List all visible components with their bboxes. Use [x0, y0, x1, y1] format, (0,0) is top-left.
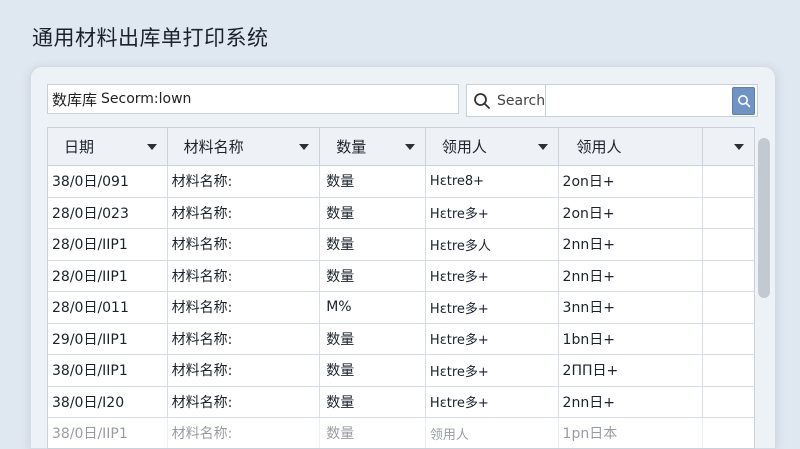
table-row[interactable]: 28/0日/ⅠⅠP1 材料名称: 数量 Hεtre多人 2nn日+ [48, 229, 754, 261]
table-row[interactable]: 38/0日/ⅠⅠP1 材料名称: 数量 Hεtre多+ 2ΠΠ日+ [48, 355, 754, 387]
search-input[interactable] [546, 85, 733, 116]
sort-arrow-icon[interactable] [404, 144, 415, 150]
table-row[interactable]: 38/0日/091 材料名称: 数量 Hεtre8+ 2on日+ [48, 166, 754, 198]
search-placeholder-area: Search [467, 85, 547, 116]
search-button-icon [737, 94, 750, 107]
database-value: Secorm:lown [101, 91, 192, 107]
table-row[interactable]: 28/0日/011 材料名称: M% Hεtre多+ 3nn日+ [48, 292, 754, 324]
sort-arrow-icon[interactable] [146, 144, 157, 150]
sort-arrow-icon[interactable] [299, 144, 310, 150]
table-row[interactable]: 38/0日/ⅠⅠP1 材料名称: 数量 领用人 1pn日本 [48, 418, 754, 448]
table-row[interactable]: 29/0日/ⅠⅠP1 材料名称: 数量 Hεtre多+ 1bn日+ [48, 323, 754, 355]
header-date[interactable]: 日期 [48, 128, 168, 165]
table-row[interactable]: 28/0日/023 材料名称: 数量 Hεtre多+ 2on日+ [48, 197, 754, 229]
header-quantity[interactable]: 数量 [320, 128, 426, 165]
header-material-name[interactable]: 材料名称 [168, 128, 321, 165]
search-placeholder: Search [497, 92, 546, 109]
vertical-scrollbar[interactable] [758, 138, 770, 298]
header-extra[interactable] [703, 128, 754, 165]
sort-arrow-icon[interactable] [733, 144, 744, 150]
search-button[interactable] [732, 86, 755, 115]
header-recipient-2[interactable]: 领用人 [559, 128, 704, 165]
table-row[interactable]: 28/0日/ⅠⅠP1 材料名称: 数量 Hεtre多+ 2nn日+ [48, 260, 754, 292]
table-header: 日期 材料名称 数量 领用人 领用人 [48, 128, 754, 166]
table-row[interactable]: 38/0日/Ⅰ20 材料名称: 数量 Hεtre多+ 2nn日+ [48, 386, 754, 418]
search-icon [474, 92, 490, 109]
database-label: 数库库 [52, 90, 98, 109]
header-recipient[interactable]: 领用人 [426, 128, 559, 165]
search-box[interactable]: Search [466, 84, 758, 117]
app-title: 通用材料出库单打印系统 [32, 26, 269, 50]
sort-arrow-icon[interactable] [537, 144, 548, 150]
data-table: 日期 材料名称 数量 领用人 领用人 38/0日/091 材料名称: 数量 Hε… [47, 127, 755, 449]
database-search-field[interactable]: 数库库 Secorm:lown [47, 84, 459, 114]
